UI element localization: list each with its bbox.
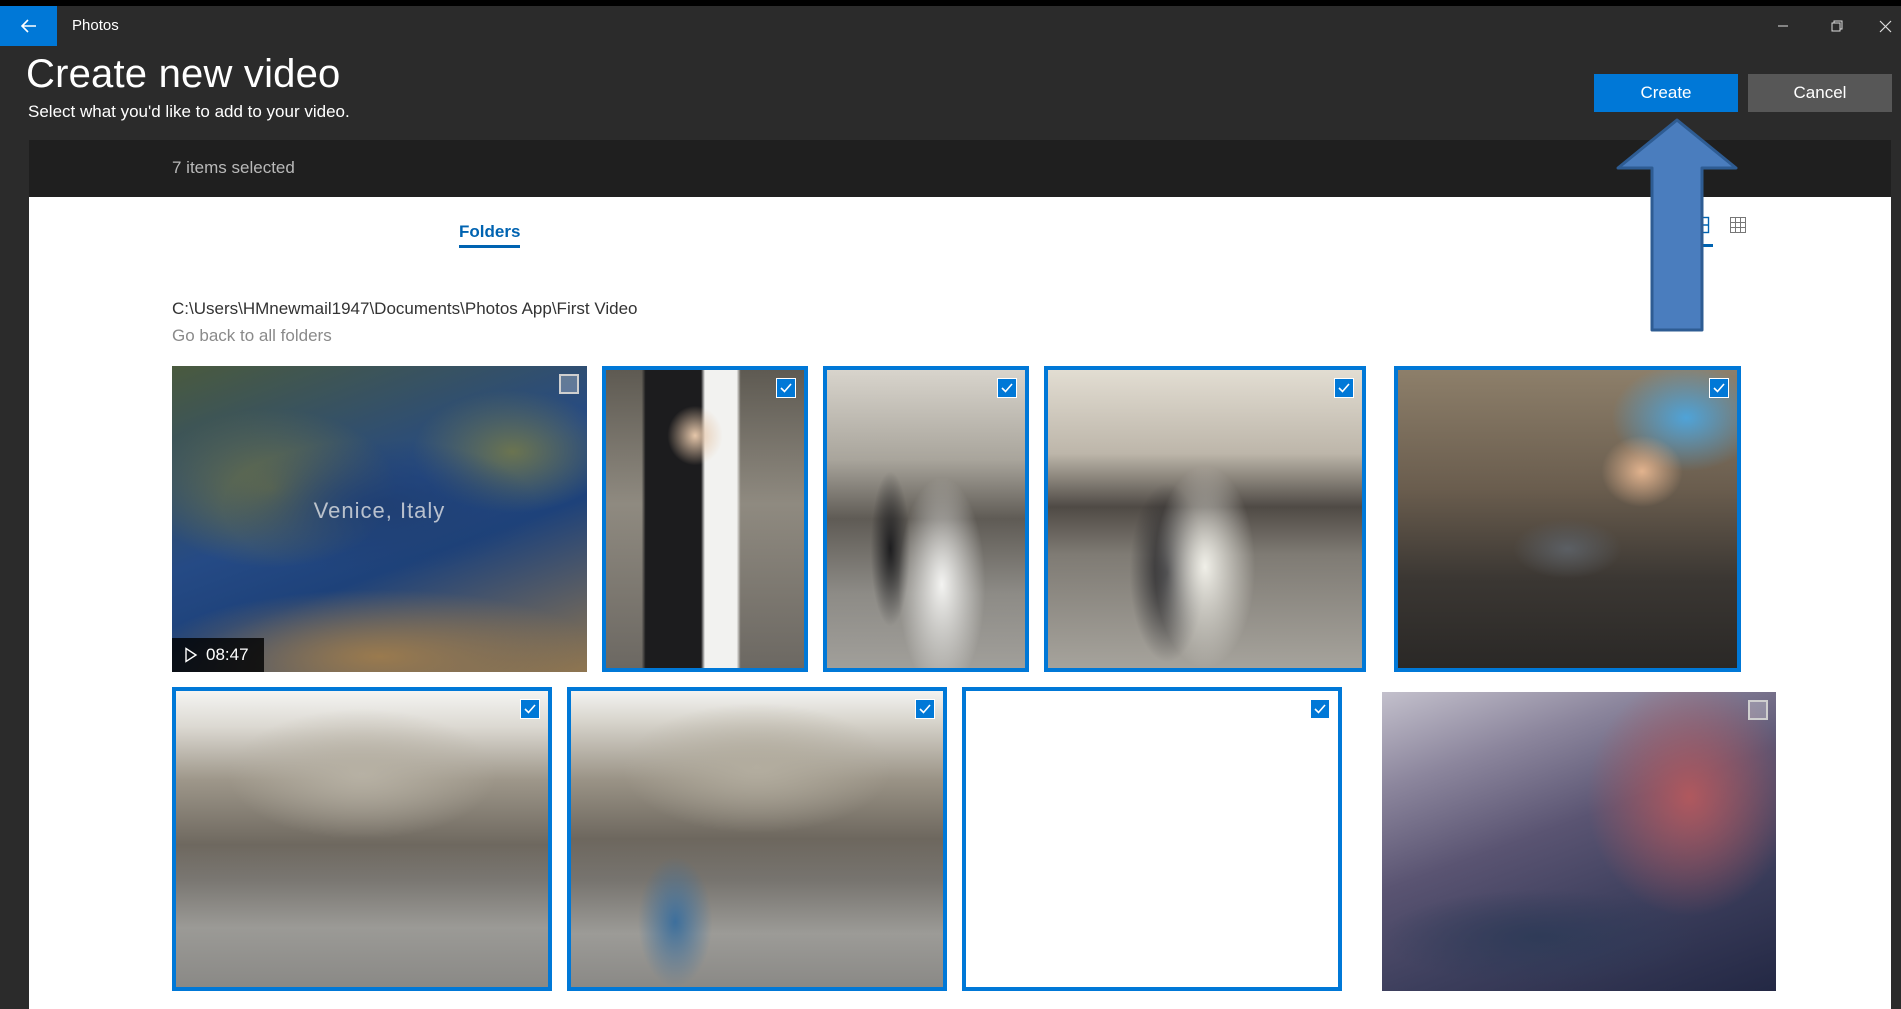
checkmark-icon <box>524 704 536 714</box>
page-title: Create new video <box>26 52 341 96</box>
minimize-button[interactable] <box>1760 6 1806 46</box>
close-button[interactable] <box>1862 6 1901 46</box>
folder-path: C:\Users\HMnewmail1947\Documents\Photos … <box>172 299 638 318</box>
photo-tile[interactable] <box>172 687 552 991</box>
video-tile[interactable]: Venice, Italy 08:47 <box>172 366 587 672</box>
photo-tile[interactable] <box>962 687 1342 991</box>
minimize-icon <box>1778 25 1788 27</box>
back-arrow-icon <box>20 19 36 33</box>
video-duration: 08:47 <box>206 645 249 664</box>
back-to-folders-link[interactable]: Go back to all folders <box>172 326 332 346</box>
photos-window: Photos Create new video Select what you'… <box>0 6 1901 1009</box>
play-icon <box>185 647 198 663</box>
photo-tile[interactable] <box>1382 692 1776 991</box>
select-checkbox[interactable] <box>1310 699 1330 719</box>
checkmark-icon <box>1001 383 1013 393</box>
title-bar: Photos <box>0 6 1901 46</box>
select-checkbox[interactable] <box>915 699 935 719</box>
annotation-arrow <box>1616 118 1738 332</box>
select-checkbox[interactable] <box>520 699 540 719</box>
photo-tile[interactable] <box>823 366 1029 672</box>
select-checkbox[interactable] <box>1748 700 1768 720</box>
restore-icon <box>1831 20 1843 32</box>
photo-tile[interactable] <box>567 687 947 991</box>
select-checkbox[interactable] <box>1709 378 1729 398</box>
selected-count: 7 items selected <box>172 158 295 177</box>
checkmark-icon <box>780 383 792 393</box>
select-checkbox[interactable] <box>1334 378 1354 398</box>
create-button[interactable]: Create <box>1594 74 1738 112</box>
checkmark-icon <box>1314 704 1326 714</box>
checkmark-icon <box>1338 383 1350 393</box>
select-checkbox[interactable] <box>776 378 796 398</box>
back-button[interactable] <box>0 6 57 46</box>
tab-folders[interactable]: Folders <box>459 222 521 248</box>
page-subtitle: Select what you'd like to add to your vi… <box>28 102 350 121</box>
restore-button[interactable] <box>1814 6 1860 46</box>
checkmark-icon <box>919 704 931 714</box>
cancel-button[interactable]: Cancel <box>1748 74 1892 112</box>
close-icon <box>1879 20 1891 32</box>
photo-tile[interactable] <box>602 366 808 672</box>
photo-tile[interactable] <box>1044 366 1366 672</box>
map-location-label: Venice, Italy <box>313 498 446 523</box>
photo-tile[interactable] <box>1394 366 1741 672</box>
select-checkbox[interactable] <box>997 378 1017 398</box>
select-checkbox[interactable] <box>559 374 579 394</box>
video-duration-badge: 08:47 <box>172 638 264 672</box>
app-title: Photos <box>72 17 119 34</box>
checkmark-icon <box>1713 383 1725 393</box>
